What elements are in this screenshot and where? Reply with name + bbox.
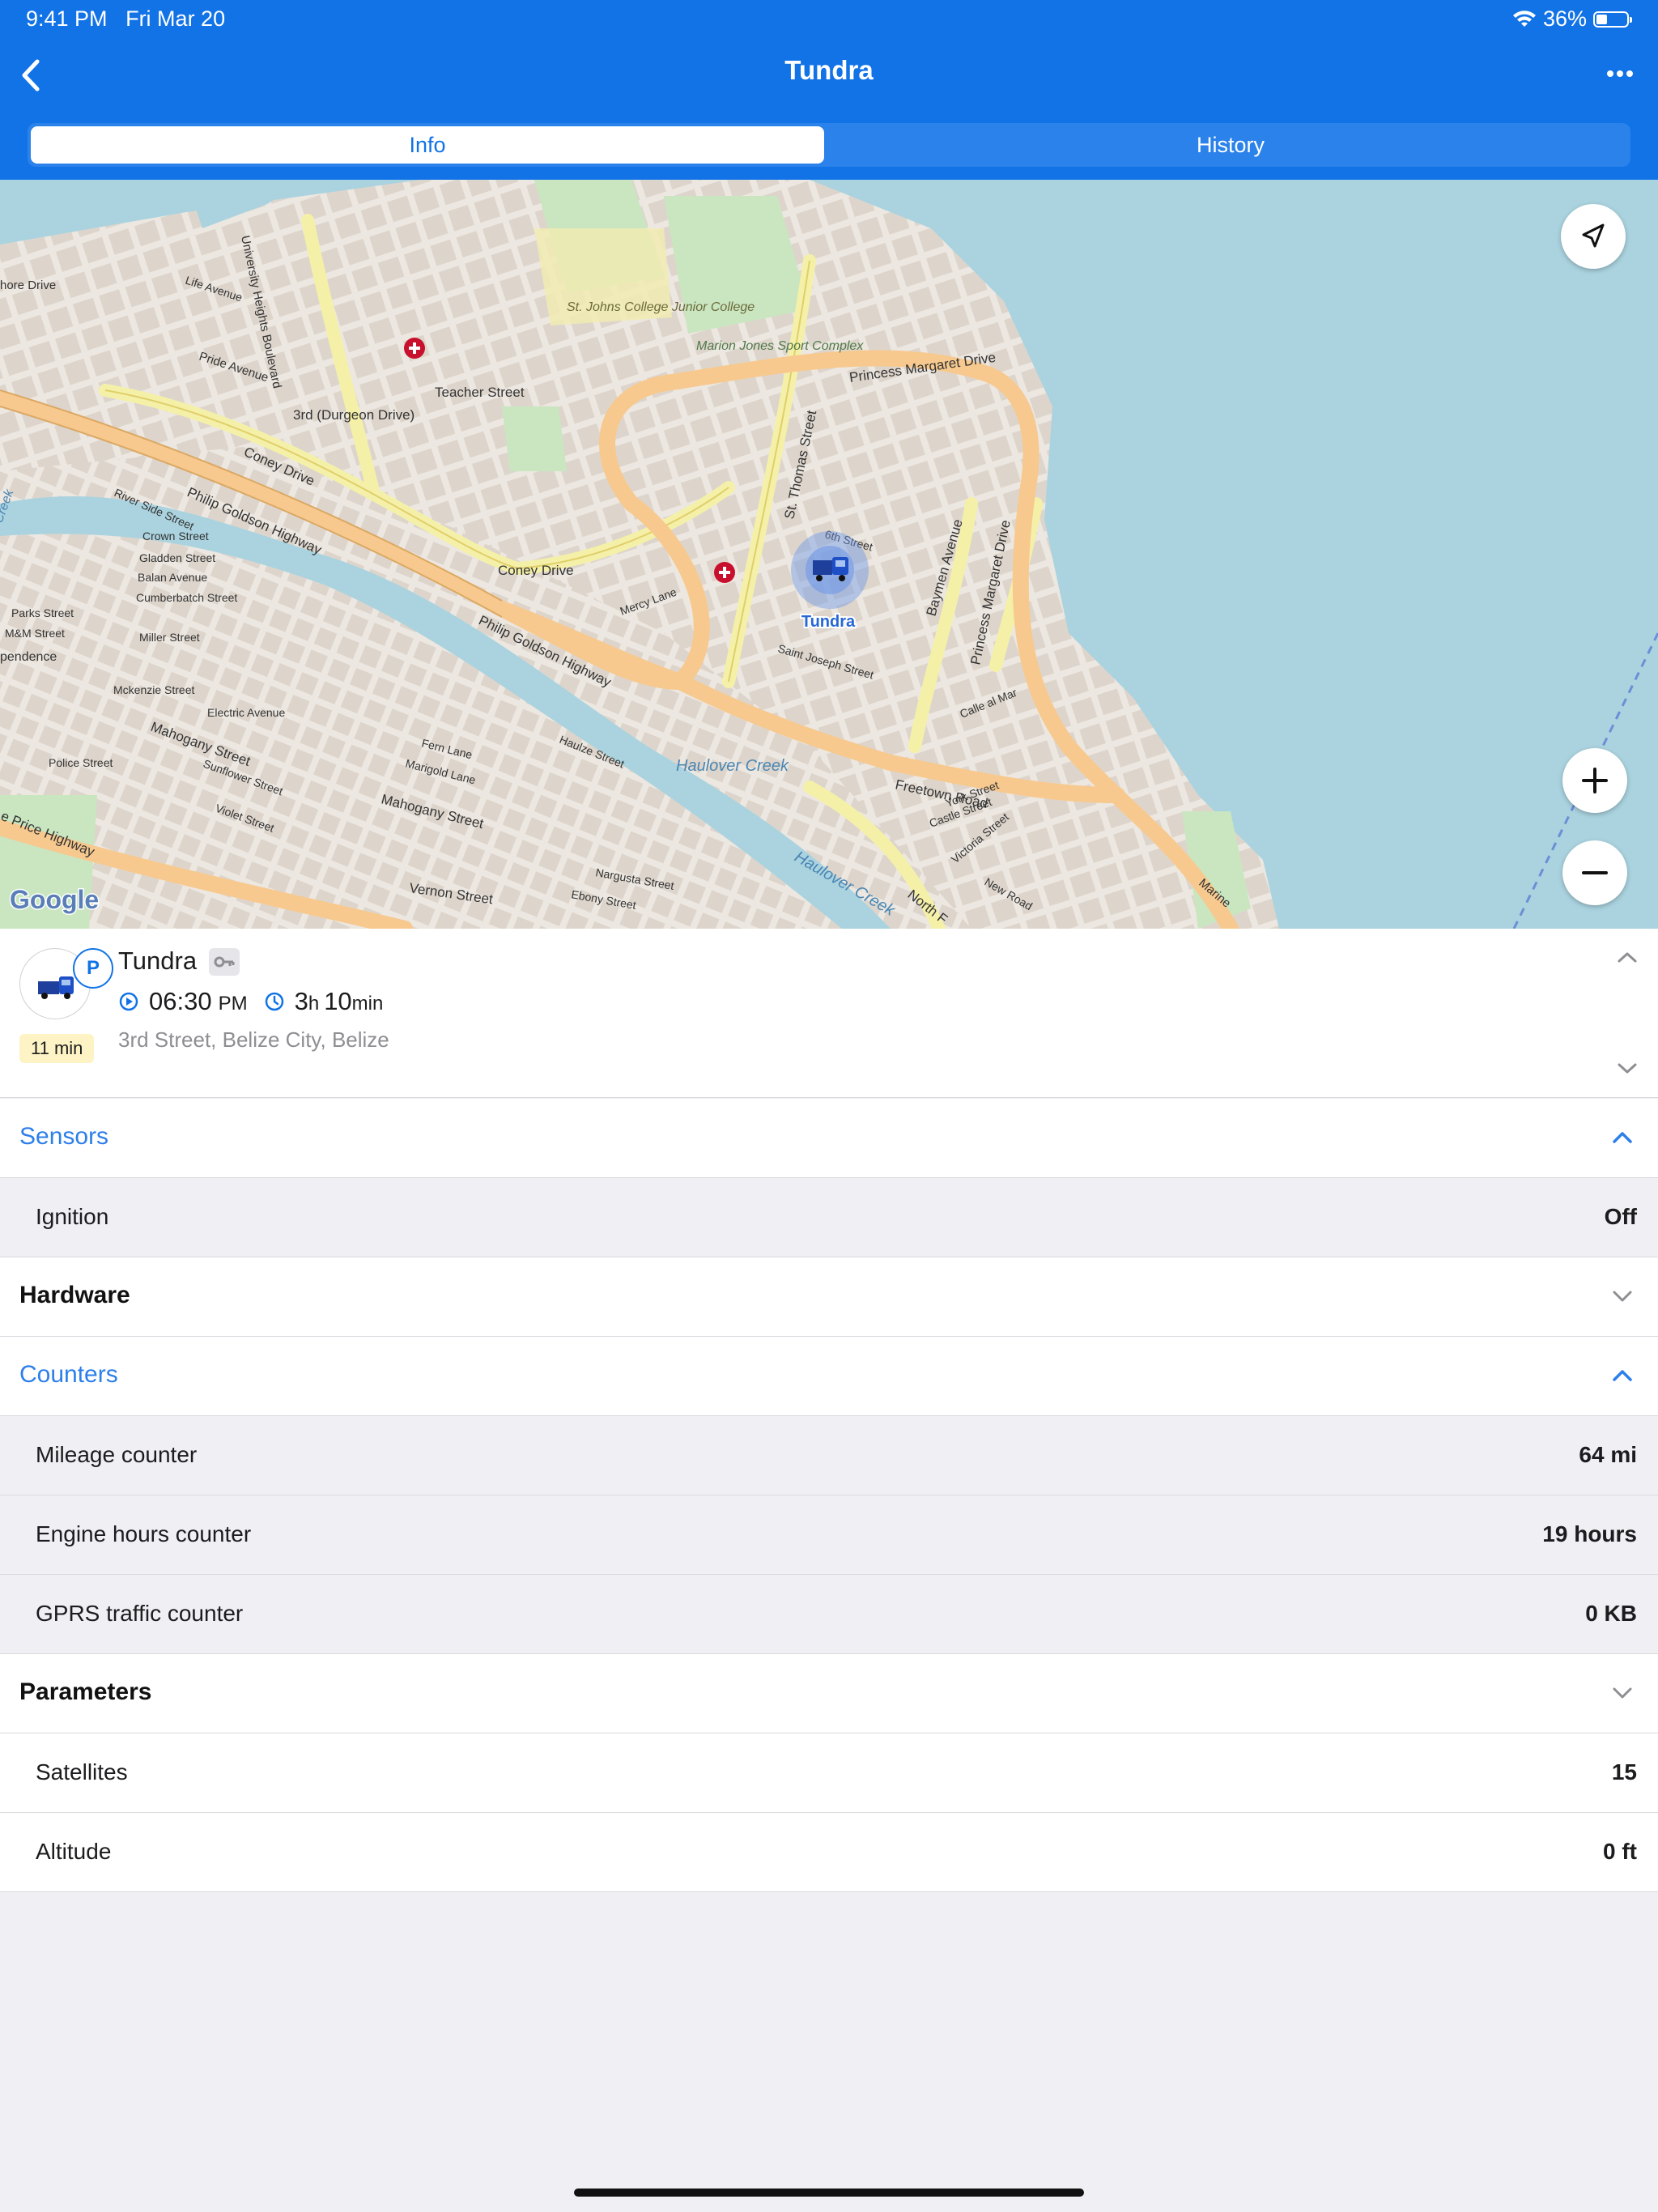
section-title: Counters: [19, 1361, 118, 1388]
duration-minutes-unit: min: [351, 993, 384, 1015]
hospital-icon[interactable]: [714, 562, 735, 583]
parking-badge: P: [73, 948, 113, 989]
row-satellites: Satellites 15: [0, 1733, 1658, 1813]
map-label: Parks Street: [11, 606, 74, 619]
row-value: Off: [1604, 1204, 1637, 1229]
row-label: Altitude: [36, 1839, 112, 1864]
section-parameters[interactable]: Parameters: [0, 1654, 1658, 1733]
section-sensors[interactable]: Sensors: [0, 1099, 1658, 1178]
duration-badge: 11 min: [19, 1034, 95, 1063]
map-view[interactable]: Philip Goldson Highway Philip Goldson Hi…: [0, 180, 1658, 929]
map-label: Cumberbatch Street: [136, 591, 237, 604]
wifi-icon: [1512, 10, 1536, 27]
section-title: Parameters: [19, 1678, 152, 1705]
vehicle-card[interactable]: P 11 min Tundra 06:30 PM 3 h 10 min 3rd …: [0, 929, 1658, 1098]
time-suffix: PM: [218, 993, 248, 1015]
map-label: Teacher Street: [435, 385, 525, 400]
map-label: Gladden Street: [139, 551, 215, 564]
key-icon: [209, 948, 240, 976]
row-label: Ignition: [36, 1204, 109, 1229]
row-value: 19 hours: [1542, 1521, 1637, 1546]
map-label: Balan Avenue: [138, 571, 207, 584]
hospital-icon[interactable]: [404, 338, 425, 359]
vehicle-marker-label: Tundra: [801, 613, 856, 631]
row-value: 0 ft: [1603, 1839, 1637, 1864]
section-title: Sensors: [19, 1123, 109, 1150]
tab-history[interactable]: History: [834, 126, 1627, 164]
row-label: Mileage counter: [36, 1442, 198, 1467]
battery-icon: [1593, 11, 1632, 28]
row-ignition: Ignition Off: [0, 1178, 1658, 1257]
zoom-in-button[interactable]: [1562, 748, 1627, 813]
plus-icon: [1582, 768, 1608, 793]
row-gprs: GPRS traffic counter 0 KB: [0, 1575, 1658, 1654]
chevron-up-icon: [1613, 1370, 1632, 1381]
map-label: pendence: [0, 650, 57, 664]
status-clock: 9:41 PM: [26, 6, 108, 31]
duration-hours-unit: h: [308, 993, 320, 1015]
map-label: Police Street: [49, 756, 113, 769]
tab-info[interactable]: Info: [31, 126, 824, 164]
map-label: Miller Street: [139, 631, 200, 644]
clock-icon: [265, 992, 283, 1011]
status-date: Fri Mar 20: [125, 6, 226, 31]
home-indicator[interactable]: [574, 2189, 1084, 2197]
row-engine-hours: Engine hours counter 19 hours: [0, 1495, 1658, 1575]
row-mileage: Mileage counter 64 mi: [0, 1416, 1658, 1495]
row-altitude: Altitude 0 ft: [0, 1813, 1658, 1892]
section-title: Hardware: [19, 1282, 130, 1308]
locate-button[interactable]: [1561, 204, 1626, 269]
row-value: 64 mi: [1579, 1442, 1637, 1467]
page-title: Tundra: [784, 55, 874, 85]
minus-icon: [1582, 871, 1608, 874]
row-label: Satellites: [36, 1759, 128, 1784]
ellipsis-icon: [1607, 70, 1633, 77]
google-logo: Google: [10, 885, 99, 914]
map-label: hore Drive: [0, 279, 56, 292]
time-row: 06:30 PM 3 h 10 min: [118, 987, 383, 1016]
status-time: 9:41 PM Fri Mar 20: [26, 6, 225, 32]
map-label: Haulover Creek: [676, 757, 789, 775]
time-value: 06:30: [149, 987, 212, 1015]
zoom-out-button[interactable]: [1562, 840, 1627, 905]
chevron-down-icon: [1613, 1291, 1632, 1302]
map-label: St. Johns College Junior College: [567, 300, 755, 314]
section-counters[interactable]: Counters: [0, 1337, 1658, 1416]
chevron-up-icon[interactable]: [1614, 948, 1640, 968]
map-canvas[interactable]: Philip Goldson Highway Philip Goldson Hi…: [0, 180, 1658, 929]
map-label: Mckenzie Street: [113, 683, 194, 696]
battery-percent: 36%: [1542, 6, 1587, 31]
map-label: Electric Avenue: [207, 706, 285, 719]
map-label: Marion Jones Sport Complex: [696, 339, 864, 353]
status-indicators: 36%: [1512, 6, 1632, 32]
map-label: 3rd (Durgeon Drive): [293, 407, 414, 423]
vehicle-name: Tundra: [118, 946, 198, 975]
row-value: 15: [1611, 1759, 1637, 1784]
more-button[interactable]: [1600, 62, 1640, 86]
map-label: M&M Street: [5, 627, 65, 640]
duration-minutes: 10: [324, 987, 352, 1015]
row-label: GPRS traffic counter: [36, 1601, 244, 1626]
play-circle-icon: [119, 992, 138, 1011]
navigation-arrow-icon: [1582, 223, 1605, 248]
app-header: 9:41 PM Fri Mar 20 36% Tundra Info Histo…: [0, 0, 1658, 180]
duration-hours: 3: [294, 987, 308, 1015]
park-middle: [502, 406, 567, 471]
row-value: 0 KB: [1585, 1601, 1637, 1626]
chevron-up-icon: [1613, 1132, 1632, 1143]
vehicle-address: 3rd Street, Belize City, Belize: [118, 1027, 389, 1052]
segmented-control: Info History: [28, 123, 1630, 167]
row-label: Engine hours counter: [36, 1521, 252, 1546]
chevron-down-icon[interactable]: [1614, 1058, 1640, 1078]
map-label: Crown Street: [142, 530, 209, 542]
section-hardware[interactable]: Hardware: [0, 1257, 1658, 1337]
chevron-down-icon: [1613, 1687, 1632, 1699]
map-label: Coney Drive: [498, 563, 574, 578]
